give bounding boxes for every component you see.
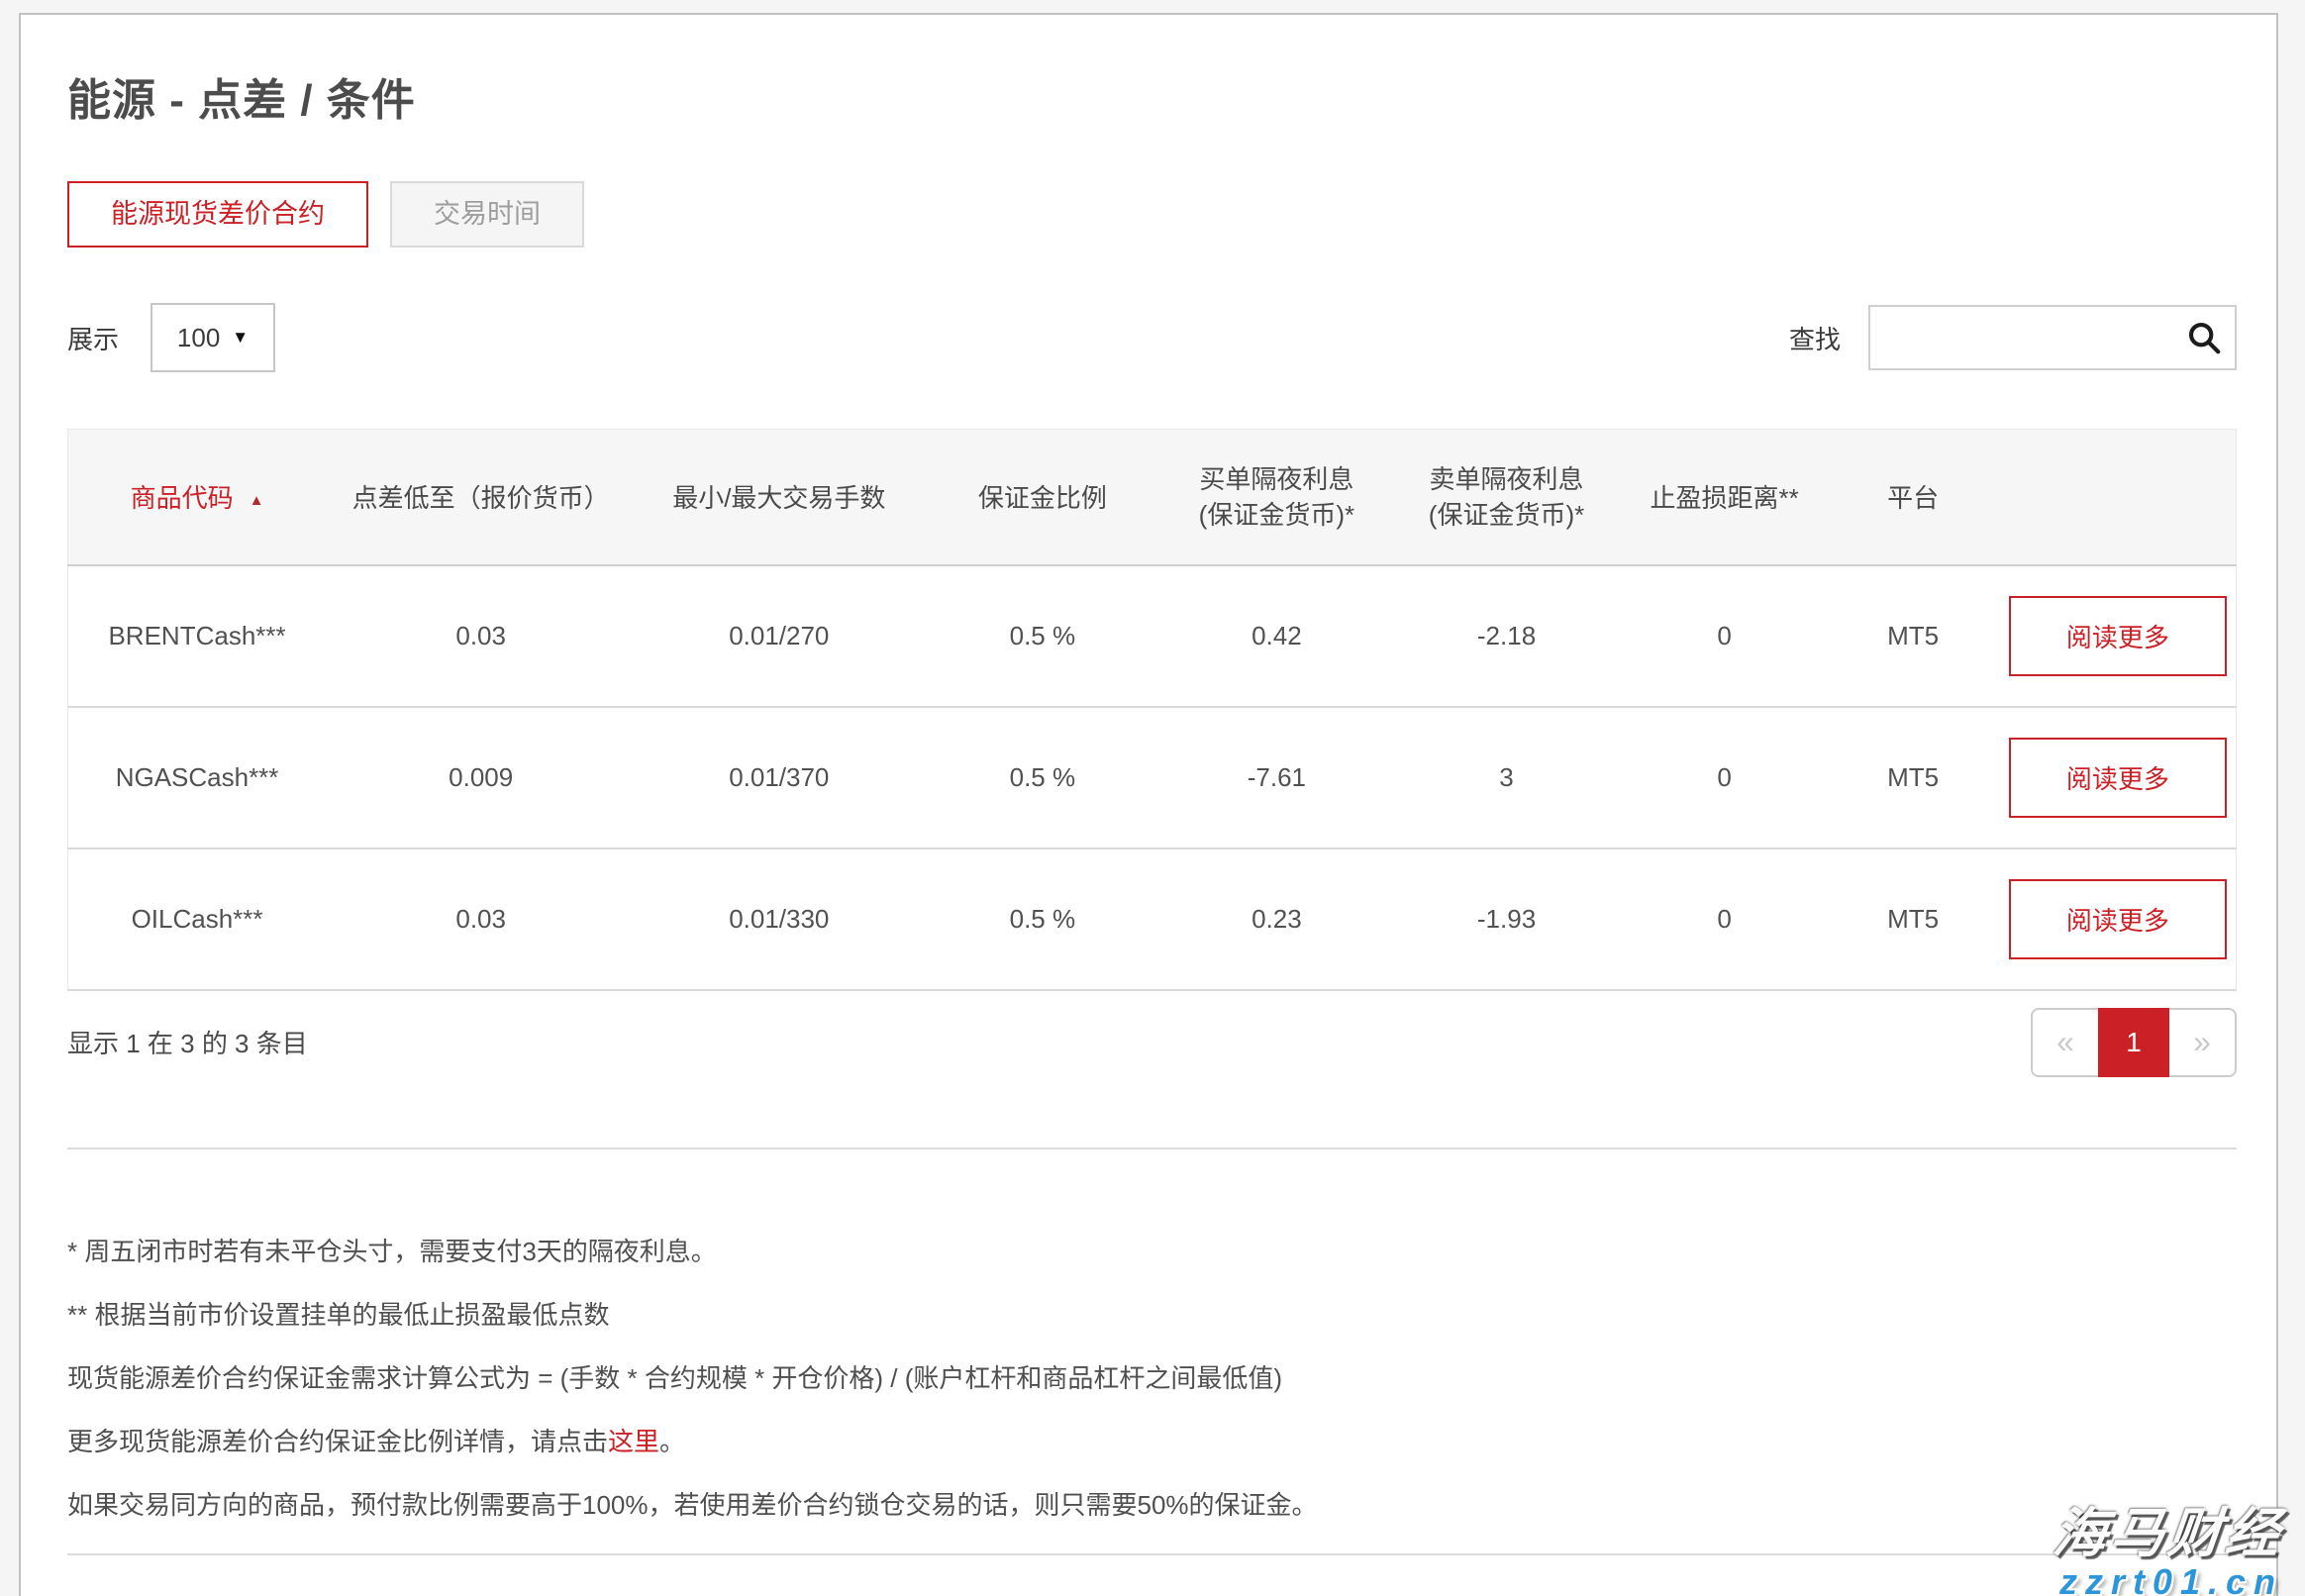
footnote-margin-details-text: 更多现货能源差价合约保证金比例详情，请点击 [67,1427,608,1456]
page-title: 能源 - 点差 / 条件 [67,64,2237,128]
tab-bar: 能源现货差价合约 交易时间 [67,181,2237,248]
cell-symbol: OILCash*** [68,848,327,990]
search-input[interactable] [1868,305,2237,370]
here-link[interactable]: 这里 [608,1427,659,1456]
cell-lot-size: 0.01/370 [636,707,922,848]
watermark: 海马财经 zzrt01.cn [2054,1507,2283,1596]
page-size-value: 100 [177,323,220,353]
pagination-page-1[interactable]: 1 [2098,1008,2169,1077]
cell-platform: MT5 [1827,565,2000,707]
col-header-symbol-label: 商品代码 [131,483,234,513]
watermark-brand: 海马财经 [2051,1507,2286,1560]
pagination-prev-button[interactable]: « [2031,1008,2098,1077]
col-header-swap-long-line2: (保证金货币)* [1168,497,1384,533]
cell-spread: 0.009 [326,707,636,848]
col-header-swap-short-line2: (保证金货币)* [1396,497,1616,533]
pagination-next-button[interactable]: » [2169,1008,2237,1077]
cell-actions: 阅读更多 [2000,848,2237,990]
cell-actions: 阅读更多 [2000,565,2237,707]
col-header-actions [2000,430,2237,565]
col-header-lot-size[interactable]: 最小/最大交易手数 [636,430,922,565]
cell-swap-long: 0.42 [1162,565,1390,707]
col-header-stop-level[interactable]: 止盈损距离** [1623,430,1827,565]
read-more-button[interactable]: 阅读更多 [2009,738,2227,818]
cell-swap-long: -7.61 [1162,707,1390,848]
divider [67,1553,2237,1555]
cell-stop-level: 0 [1623,707,1827,848]
col-header-margin[interactable]: 保证金比例 [922,430,1162,565]
cell-margin: 0.5 % [922,565,1162,707]
footnote-margin-formula: 现货能源差价合约保证金需求计算公式为 = (手数 * 合约规模 * 开仓价格) … [67,1363,2237,1393]
cell-symbol: BRENTCash*** [68,565,327,707]
cell-swap-long: 0.23 [1162,848,1390,990]
table-footer: 显示 1 在 3 的 3 条目 « 1 » [67,1007,2237,1078]
cell-margin: 0.5 % [922,848,1162,990]
search-box [1868,305,2237,370]
cell-spread: 0.03 [326,565,636,707]
show-label: 展示 [67,320,119,356]
col-header-swap-short[interactable]: 卖单隔夜利息 (保证金货币)* [1390,430,1622,565]
watermark-url: zzrt01.cn [2054,1564,2283,1596]
footnote-stop-level: ** 根据当前市价设置挂单的最低止损盈最低点数 [67,1300,2237,1330]
entries-summary: 显示 1 在 3 的 3 条目 [67,1024,308,1060]
divider [67,1147,2237,1149]
tab-energy-spot-cfd[interactable]: 能源现货差价合约 [67,181,368,248]
read-more-button[interactable]: 阅读更多 [2009,879,2227,959]
cell-swap-short: 3 [1390,707,1622,848]
col-header-swap-long[interactable]: 买单隔夜利息 (保证金货币)* [1162,430,1390,565]
footnote-margin-details: 更多现货能源差价合约保证金比例详情，请点击这里。 [67,1427,2237,1456]
cell-stop-level: 0 [1623,565,1827,707]
sort-asc-icon: ▲ [250,492,264,509]
instruments-table: 商品代码 ▲ 点差低至（报价货币） 最小/最大交易手数 保证金比例 买单隔夜利息 … [67,429,2237,991]
read-more-button[interactable]: 阅读更多 [2009,596,2227,676]
table-row: BRENTCash*** 0.03 0.01/270 0.5 % 0.42 -2… [68,565,2237,707]
cell-margin: 0.5 % [922,707,1162,848]
page-size-select[interactable]: 100 ▼ [150,303,275,372]
table-controls: 展示 100 ▼ 查找 [67,303,2237,372]
col-header-swap-short-line1: 卖单隔夜利息 [1396,461,1616,497]
cell-spread: 0.03 [326,848,636,990]
chevron-down-icon: ▼ [232,328,249,348]
cell-stop-level: 0 [1623,848,1827,990]
cell-lot-size: 0.01/270 [636,565,922,707]
cell-actions: 阅读更多 [2000,707,2237,848]
footnotes: * 周五闭市时若有未平仓头寸，需要支付3天的隔夜利息。 ** 根据当前市价设置挂… [67,1237,2237,1520]
tab-trading-hours[interactable]: 交易时间 [390,181,584,248]
content-panel: 能源 - 点差 / 条件 能源现货差价合约 交易时间 展示 100 ▼ 查找 [19,13,2278,1596]
cell-swap-short: -1.93 [1390,848,1622,990]
cell-swap-short: -2.18 [1390,565,1622,707]
cell-symbol: NGASCash*** [68,707,327,848]
footnote-hedged-margin: 如果交易同方向的商品，预付款比例需要高于100%，若使用差价合约锁仓交易的话，则… [67,1490,2237,1520]
cell-platform: MT5 [1827,707,2000,848]
pagination: « 1 » [2031,1008,2237,1077]
cell-platform: MT5 [1827,848,2000,990]
col-header-symbol[interactable]: 商品代码 ▲ [68,430,327,565]
footnote-margin-details-suffix: 。 [659,1427,685,1456]
cell-lot-size: 0.01/330 [636,848,922,990]
search-label: 查找 [1789,320,1841,356]
table-row: OILCash*** 0.03 0.01/330 0.5 % 0.23 -1.9… [68,848,2237,990]
col-header-platform[interactable]: 平台 [1827,430,2000,565]
col-header-swap-long-line1: 买单隔夜利息 [1168,461,1384,497]
table-row: NGASCash*** 0.009 0.01/370 0.5 % -7.61 3… [68,707,2237,848]
header-row: 商品代码 ▲ 点差低至（报价货币） 最小/最大交易手数 保证金比例 买单隔夜利息 … [68,430,2237,565]
search-icon [2185,319,2223,356]
footnote-swap-3day: * 周五闭市时若有未平仓头寸，需要支付3天的隔夜利息。 [67,1237,2237,1266]
col-header-spread[interactable]: 点差低至（报价货币） [326,430,636,565]
